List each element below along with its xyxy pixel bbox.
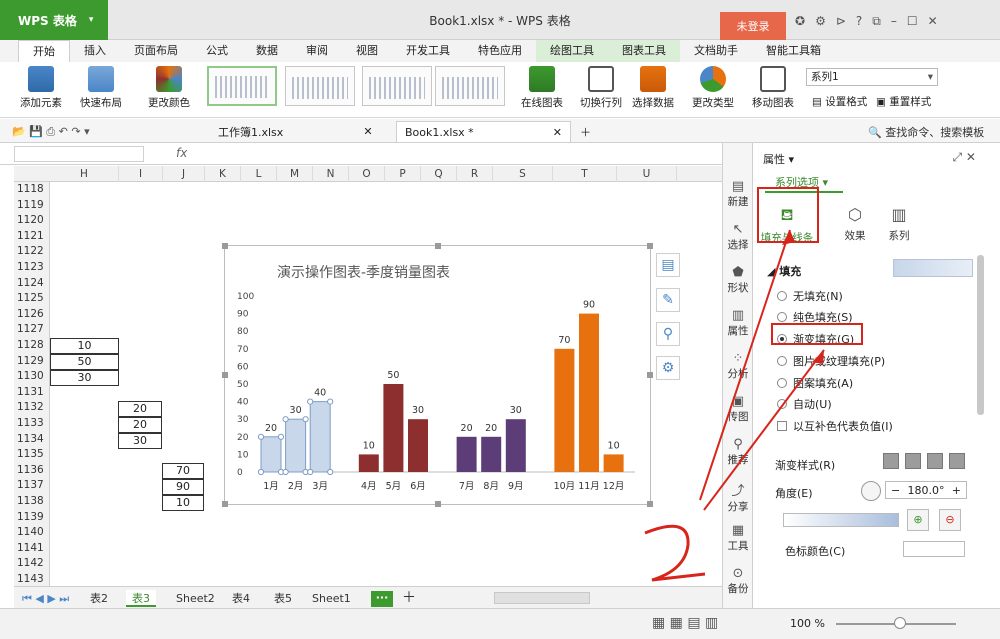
annotation-arrowhead [812, 350, 824, 364]
annotation-handwritten-two [644, 524, 706, 582]
annotation-arrow [703, 349, 825, 511]
annotation-overlay [644, 229, 825, 582]
annotation-arrow [699, 229, 791, 501]
